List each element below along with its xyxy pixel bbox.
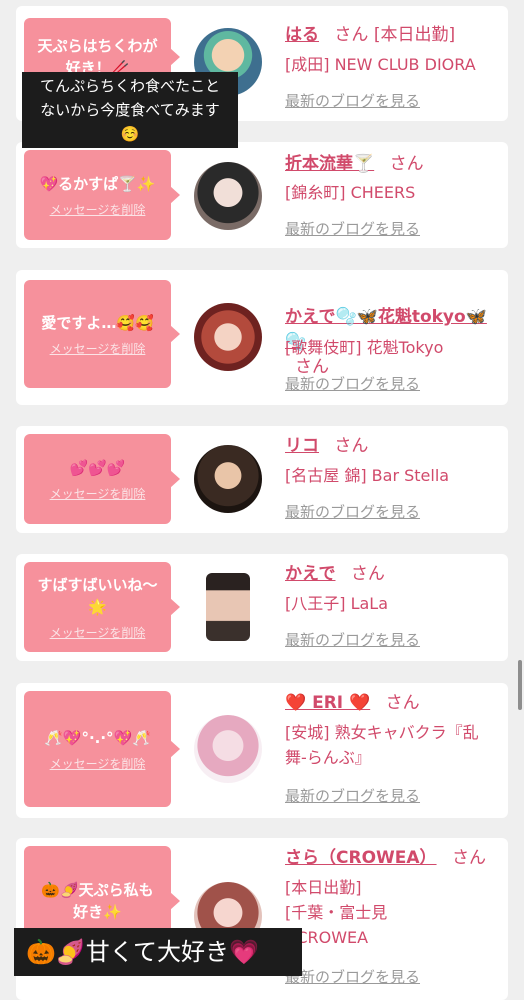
message-text: 💖るかすぱ🍸✨ (39, 174, 156, 193)
message-bubble: すばすばいいね〜 🌟 メッセージを削除 (24, 562, 180, 652)
honorific-label: さん (350, 564, 385, 584)
honorific-label: さん (451, 848, 486, 868)
delete-message-link[interactable]: メッセージを削除 (50, 340, 146, 357)
shop-info: [本日出勤] [千葉・富士見 ] CROWEA (285, 878, 388, 947)
message-text: 🎃🍠天ぷら私も 好き✨ (41, 881, 154, 921)
avatar[interactable] (194, 162, 262, 230)
message-card: すばすばいいね〜 🌟 メッセージを削除 かえで さん [八王子] LaLa 最新… (16, 554, 508, 661)
cast-name-link[interactable]: さら（CROWEA） (285, 848, 437, 868)
cast-name-link[interactable]: リコ (285, 436, 319, 456)
avatar[interactable] (194, 715, 262, 783)
shop-info: [歌舞伎町] 花魁Tokyo (285, 338, 444, 357)
message-bubble: 🥂💖°·.·°💖🥂 メッセージを削除 (24, 691, 180, 807)
shop-info: [錦糸町] CHEERS (285, 183, 416, 202)
cast-name-link[interactable]: 折本流華🍸 (285, 154, 374, 174)
blog-link[interactable]: 最新のブログを見る (285, 373, 420, 394)
shop-info: [成田] NEW CLUB DIORA (285, 55, 476, 74)
cast-name-link[interactable]: ❤️ ERI ❤️ (285, 693, 370, 713)
delete-message-link[interactable]: メッセージを削除 (50, 201, 146, 218)
message-bubble: 愛ですよ…🥰🥰 メッセージを削除 (24, 280, 180, 388)
honorific-label: さん (385, 693, 420, 713)
message-text: すばすばいいね〜 🌟 (37, 575, 158, 616)
avatar[interactable] (194, 445, 262, 513)
message-text: 🥂💖°·.·°💖🥂 (44, 728, 151, 747)
blog-link[interactable]: 最新のブログを見る (285, 785, 420, 806)
avatar[interactable] (206, 573, 250, 641)
name-block: かえで🫧🦋花魁tokyo🦋 🫧 さん (285, 280, 500, 380)
blog-link[interactable]: 最新のブログを見る (285, 966, 420, 987)
message-card: 💕💕💕 メッセージを削除 リコ さん [名古屋 錦] Bar Stella 最新… (16, 426, 508, 533)
honorific-label: さん (389, 154, 424, 174)
message-list-page: 天ぷらはちくわが 好き！🥢 はる さん [本日出勤] [成田] NEW CLUB… (0, 0, 524, 1000)
avatar[interactable] (194, 303, 262, 371)
blog-link[interactable]: 最新のブログを見る (285, 90, 420, 111)
caption-overlay-bottom: 🎃🍠甘くて大好き💗 (14, 928, 302, 976)
caption-overlay-top: てんぷらちくわ食べたこと ないから今度食べてみます ☺️ (22, 72, 238, 148)
status-label: [本日出勤] (373, 25, 456, 45)
honorific-label: さん (334, 436, 369, 456)
blog-link[interactable]: 最新のブログを見る (285, 218, 420, 239)
shop-info: [安城] 熟女キャバクラ『乱 舞-らんぶ』 (285, 723, 479, 767)
shop-info: [名古屋 錦] Bar Stella (285, 466, 450, 485)
message-card: 🥂💖°·.·°💖🥂 メッセージを削除 ❤️ ERI ❤️ さん [安城] 熟女キ… (16, 683, 508, 818)
message-card: 💖るかすぱ🍸✨ メッセージを削除 折本流華🍸 さん [錦糸町] CHEERS 最… (16, 142, 508, 248)
delete-message-link[interactable]: メッセージを削除 (50, 755, 146, 772)
honorific-label: さん (334, 25, 369, 45)
message-bubble: 💖るかすぱ🍸✨ メッセージを削除 (24, 150, 180, 240)
blog-link[interactable]: 最新のブログを見る (285, 501, 420, 522)
message-card: 愛ですよ…🥰🥰 メッセージを削除 かえで🫧🦋花魁tokyo🦋 🫧 さん [歌舞伎… (16, 270, 508, 405)
shop-info: [八王子] LaLa (285, 594, 389, 613)
message-bubble: 💕💕💕 メッセージを削除 (24, 434, 180, 524)
delete-message-link[interactable]: メッセージを削除 (50, 485, 146, 502)
blog-link[interactable]: 最新のブログを見る (285, 629, 420, 650)
message-text: 愛ですよ…🥰🥰 (41, 313, 154, 332)
cast-name-link[interactable]: はる (285, 25, 319, 45)
scrollbar[interactable] (518, 660, 522, 710)
message-text: 💕💕💕 (69, 458, 126, 477)
cast-name-link[interactable]: かえで (285, 564, 336, 584)
delete-message-link[interactable]: メッセージを削除 (50, 624, 146, 641)
